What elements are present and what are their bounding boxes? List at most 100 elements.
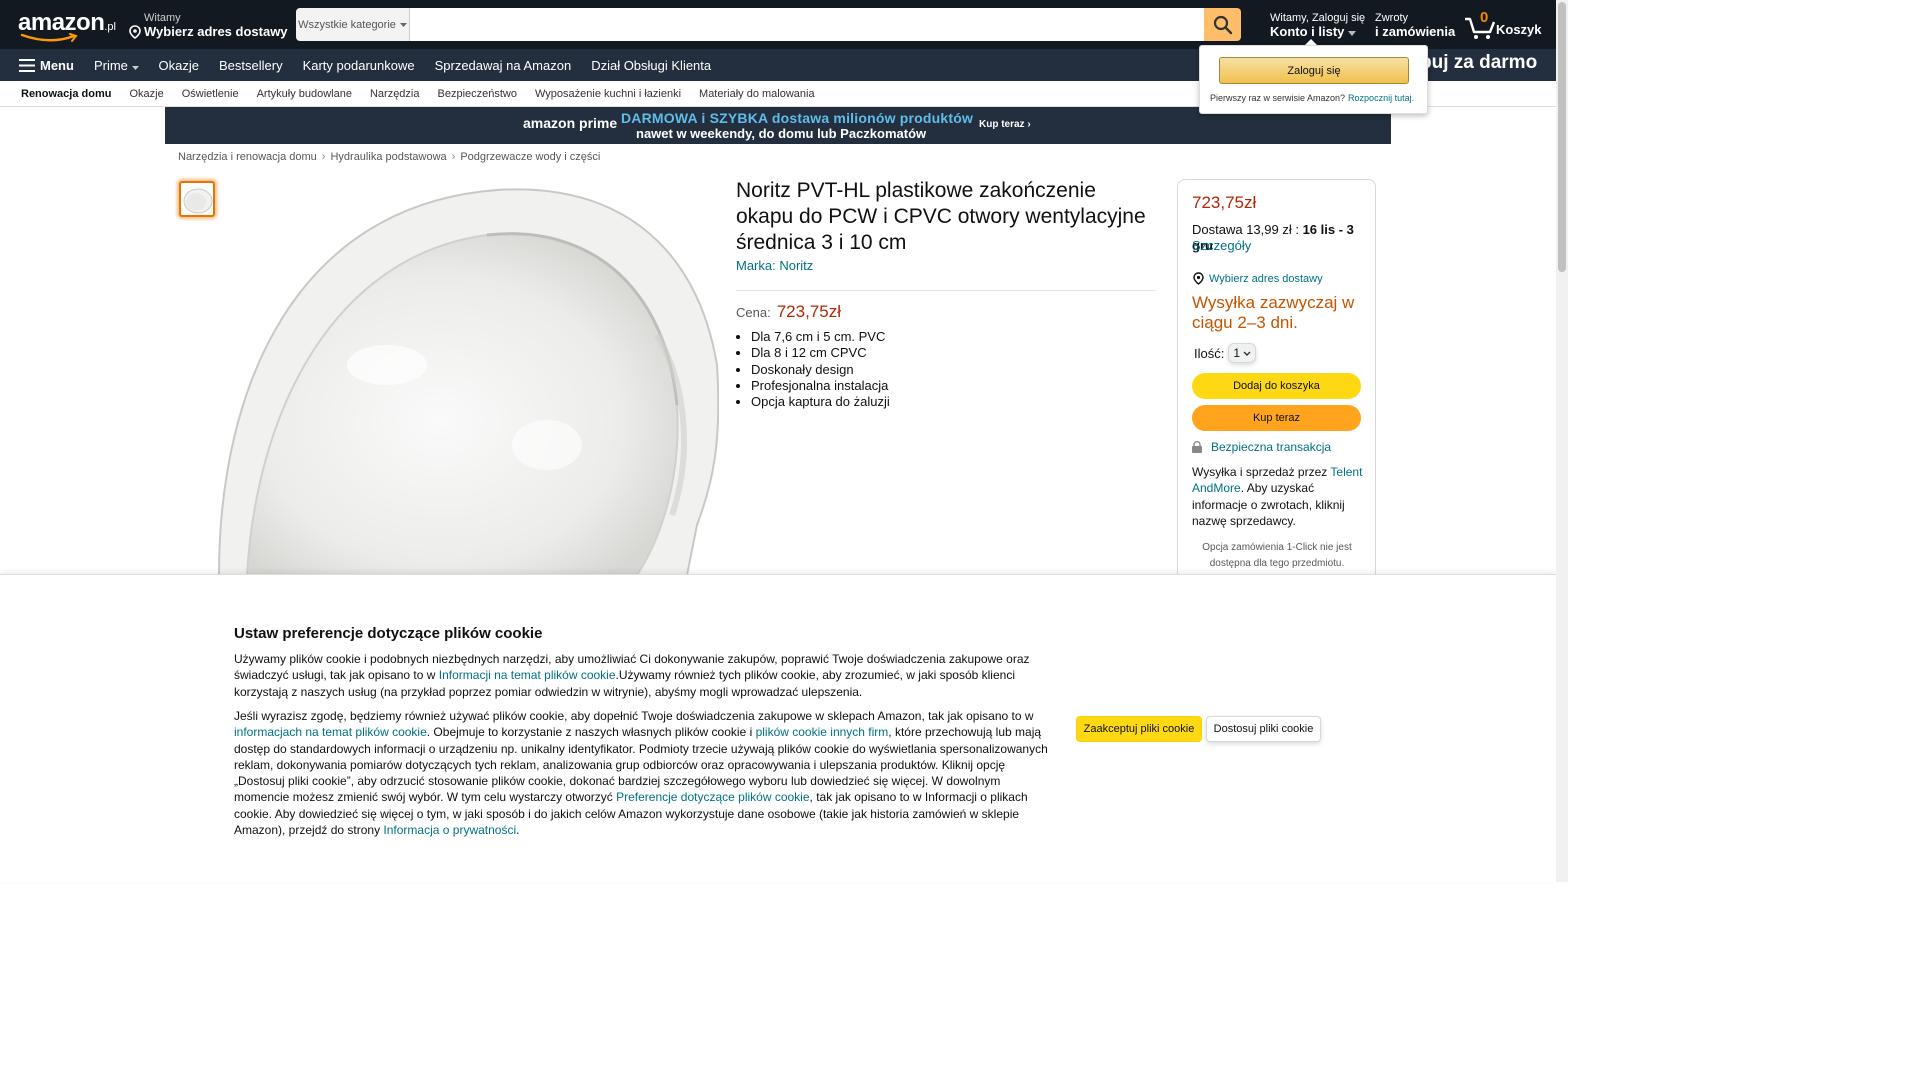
amazon-logo[interactable]: amazon.pl [18,9,116,42]
product-thumbnail[interactable] [179,181,215,217]
account-line2: Konto i listy [1270,24,1345,39]
product-brand-link[interactable]: Marka: Noritz [736,258,813,273]
cookie-text: Jeśli wyrazisz zgodę, będziemy również u… [234,709,1034,723]
cookie-paragraph-2: Jeśli wyrazisz zgodę, będziemy również u… [234,708,1059,838]
feature-bullet: Dla 7,6 cm i 5 cm. PVC [751,329,890,345]
nav-item-gift-cards[interactable]: Karty podarunkowe [303,58,415,73]
caret-down-icon [399,22,407,27]
location-pin-icon [129,24,141,39]
add-to-cart-button[interactable]: Dodaj do koszyka [1192,373,1361,399]
price-row: Cena: 723,75zł [736,302,841,322]
product-main-image[interactable] [217,185,719,575]
nav-item-label: Prime [93,57,128,73]
vent-cap-thumbnail-image [183,188,213,214]
returns-and-orders[interactable]: Zwroty i zamówienia [1375,12,1455,39]
breadcrumb-item[interactable]: Podgrzewacze wody i części [460,151,600,163]
returns-line1: Zwroty [1375,12,1408,24]
search-category-dropdown[interactable]: Wszystkie kategorie [296,8,410,41]
search-icon [1213,15,1232,34]
logo-text: amazon [18,9,105,36]
feature-bullet: Doskonały design [751,362,890,378]
banner-cta[interactable]: Kup teraz › [979,119,1031,130]
cookie-paragraph-1: Używamy plików cookie i podobnych niezbę… [234,651,1059,700]
sold-by-prefix: Wysyłka i sprzedaż przez [1192,465,1331,479]
secure-label: Bezpieczna transakcja [1211,440,1332,454]
returns-line2: i zamówienia [1375,24,1456,39]
quantity-row: Ilość: 1 [1194,343,1257,363]
deliver-to[interactable]: Witamy Wybierz adres dostawy [129,12,288,39]
new-customer-label: Pierwszy raz w serwisie Amazon? [1210,93,1346,103]
chevron-right-icon: › [451,151,456,163]
nav-item-bestsellers[interactable]: Bestsellery [219,58,283,73]
logo-smile-icon [20,33,78,42]
quantity-select[interactable]: 1 [1228,343,1257,363]
search-button[interactable] [1204,8,1241,41]
divider [736,290,1156,291]
breadcrumb-item[interactable]: Hydraulika podstawowa [330,151,446,163]
start-here-link[interactable]: Rozpocznij tutaj. [1348,93,1414,103]
cart-label: Koszyk [1496,22,1542,37]
nav-item-deals[interactable]: Okazje [159,58,199,73]
signin-button[interactable]: Zaloguj się [1219,57,1409,84]
nav-item-customer-service[interactable]: Dział Obsługi Klienta [591,58,711,73]
cart-button[interactable]: 0 Koszyk [1464,8,1544,42]
hamburger-icon [19,58,35,72]
cookie-title: Ustaw preferencje dotyczące plików cooki… [234,625,543,642]
subnav-item-home-renovation[interactable]: Renowacja domu [21,88,111,100]
account-and-lists[interactable]: Witamy, Zaloguj się Konto i listy [1270,12,1365,39]
accept-cookies-button[interactable]: Zaakceptuj pliki cookie [1076,716,1202,742]
subnav-item-kitchen-bath[interactable]: Wyposażenie kuchni i łazienki [535,88,681,100]
breadcrumb: Narzędzia i renowacja domu › Hydraulika … [178,151,600,163]
product-price: 723,75zł [776,302,841,321]
subnav-item-paint[interactable]: Materiały do malowania [699,88,815,100]
banner-line1: DARMOWA i SZYBKA dostawa milionów produk… [621,110,974,126]
subnav-item-deals[interactable]: Okazje [129,88,163,100]
subnav-item-tools[interactable]: Narzędzia [370,88,420,100]
caret-down-icon [131,65,139,70]
signin-flyout: Zaloguj się Pierwszy raz w serwisie Amaz… [1199,45,1428,114]
cookie-preferences-link[interactable]: Preferencje dotyczące plików cookie [616,790,809,804]
search-input[interactable] [410,8,1204,41]
banner-line2: nawet w weekendy, do domu lub Paczkomató… [636,126,927,141]
secure-transaction[interactable]: Bezpieczna transakcja [1192,440,1331,454]
lock-icon [1192,441,1202,453]
delivery-details-link[interactable]: Szczegóły [1192,238,1251,253]
menu-label: Menu [40,57,74,73]
search-category-label: Wszystkie kategorie [298,18,396,31]
account-line1: Witamy, Zaloguj się [1270,12,1366,24]
product-title: Noritz PVT-HL plastikowe zakończenie oka… [736,179,1146,254]
buybox-price: 723,75zł [1192,193,1257,212]
logo-tld: .pl [104,21,116,33]
scrollbar-thumb[interactable] [1558,2,1566,272]
buy-now-button[interactable]: Kup teraz [1192,405,1361,431]
feature-bullet: Opcja kaptura do żaluzji [751,394,890,410]
menu-button[interactable]: Menu [0,58,74,73]
third-party-cookies-link[interactable]: plików cookie innych firm [756,725,889,739]
one-click-notice: Opcja zamówienia 1-Click nie jest dostęp… [1202,542,1352,569]
subnav-item-building-supplies[interactable]: Artykuły budowlane [257,88,352,100]
nav-promo[interactable]: buj za darmo [1420,52,1537,74]
cookie-text: . Obejmuje to korzystanie z naszych włas… [426,725,756,740]
breadcrumb-item[interactable]: Narzędzia i renowacja domu [178,151,317,163]
prime-logo: amazon prime [523,115,618,131]
feature-bullet: Profesjonalna instalacja [751,378,890,394]
deliver-line1: Witamy [144,12,181,24]
feature-bullet: Dla 8 i 12 cm CPVC [751,345,890,361]
cookie-info-link[interactable]: Informacji na temat plików cookie [439,668,616,682]
privacy-notice-link[interactable]: Informacja o prywatności [383,823,516,837]
chevron-right-icon: › [321,151,326,163]
subnav-item-lighting[interactable]: Oświetlenie [182,88,239,100]
delivery-text: Dostawa 13,99 zł : [1192,222,1299,237]
caret-down-icon [1348,31,1357,36]
nav-item-sell[interactable]: Sprzedawaj na Amazon [435,58,572,73]
cookie-consent-banner: Ustaw preferencje dotyczące plików cooki… [0,574,1556,882]
customize-cookies-button[interactable]: Dostosuj pliki cookie [1206,716,1321,742]
subnav-item-safety[interactable]: Bezpieczeństwo [438,88,518,100]
buy-box: 723,75zł Dostawa 13,99 zł : 16 lis - 3 g… [1177,179,1376,599]
cookie-info-link[interactable]: informacjach na temat plików cookie [234,725,427,739]
search-bar: Wszystkie kategorie [296,8,1241,41]
nav-item-prime[interactable]: Prime [94,58,139,73]
choose-address-link[interactable]: Wybierz adres dostawy [1192,272,1323,285]
page-scrollbar[interactable] [1556,0,1568,882]
choose-address-label: Wybierz adres dostawy [1209,272,1323,285]
